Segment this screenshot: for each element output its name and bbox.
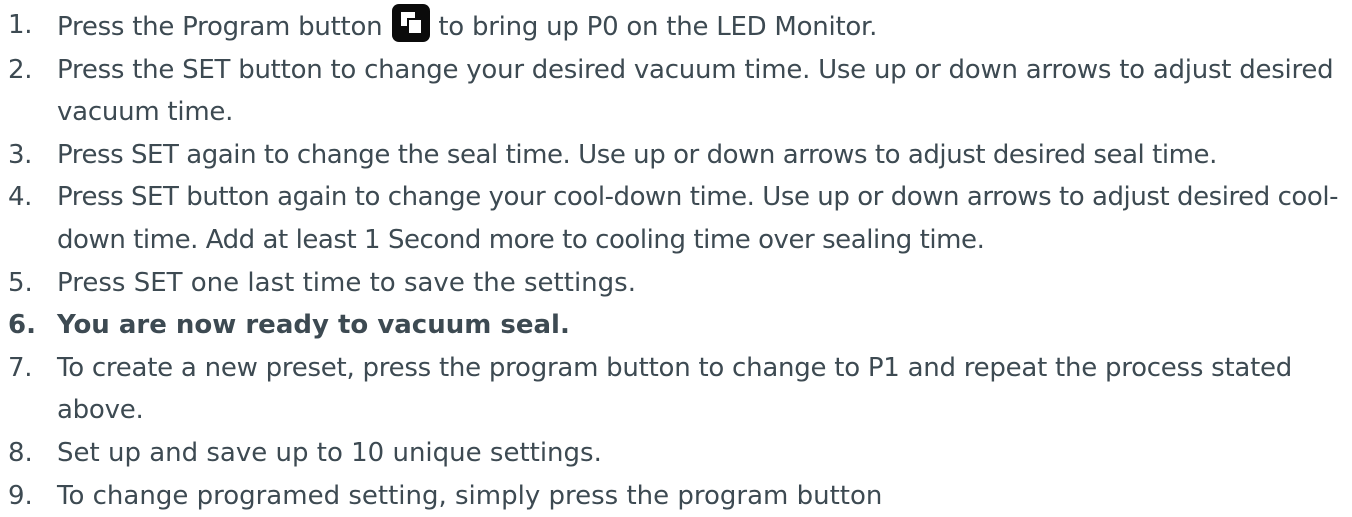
step-text: Press SET one last time to save the sett… xyxy=(57,267,636,298)
step-text-after-icon: to bring up P0 on the LED Monitor. xyxy=(438,12,878,42)
step-5: 5. Press SET one last time to save the s… xyxy=(0,262,1350,305)
step-number: 3. xyxy=(8,139,32,170)
step-8: 8. Set up and save up to 10 unique setti… xyxy=(0,432,1350,475)
step-6: 6. You are now ready to vacuum seal. xyxy=(0,304,1350,347)
step-number: 6. xyxy=(8,310,36,341)
step-text: To change programed setting, simply pres… xyxy=(57,480,883,511)
program-button-icon xyxy=(392,4,431,42)
step-text-before-icon: Press the Program button xyxy=(57,12,383,42)
step-text: Press SET button again to change your co… xyxy=(57,182,1339,255)
step-9: 9. To change programed setting, simply p… xyxy=(0,475,1350,517)
step-number: 5. xyxy=(8,267,33,298)
step-2: 2. Press the SET button to change your d… xyxy=(0,49,1350,134)
step-number: 8. xyxy=(8,437,33,468)
step-4: 4. Press SET button again to change your… xyxy=(0,176,1350,261)
instruction-list: 1. Press the Program button to bring up P… xyxy=(0,4,1350,517)
step-7: 7. To create a new preset, press the pro… xyxy=(0,347,1350,432)
step-number: 1. xyxy=(8,10,33,40)
step-text: Set up and save up to 10 unique settings… xyxy=(57,437,602,468)
step-text: Press the SET button to change your desi… xyxy=(57,54,1334,128)
step-number: 7. xyxy=(8,352,33,383)
step-text: You are now ready to vacuum seal. xyxy=(57,310,570,341)
step-number: 9. xyxy=(8,480,33,511)
step-number: 4. xyxy=(8,182,32,213)
step-text: To create a new preset, press the progra… xyxy=(57,352,1293,426)
step-3: 3. Press SET again to change the seal ti… xyxy=(0,134,1350,177)
step-number: 2. xyxy=(8,54,33,85)
step-text: Press SET again to change the seal time.… xyxy=(57,139,1217,170)
step-1: 1. Press the Program button to bring up P… xyxy=(0,4,1350,49)
